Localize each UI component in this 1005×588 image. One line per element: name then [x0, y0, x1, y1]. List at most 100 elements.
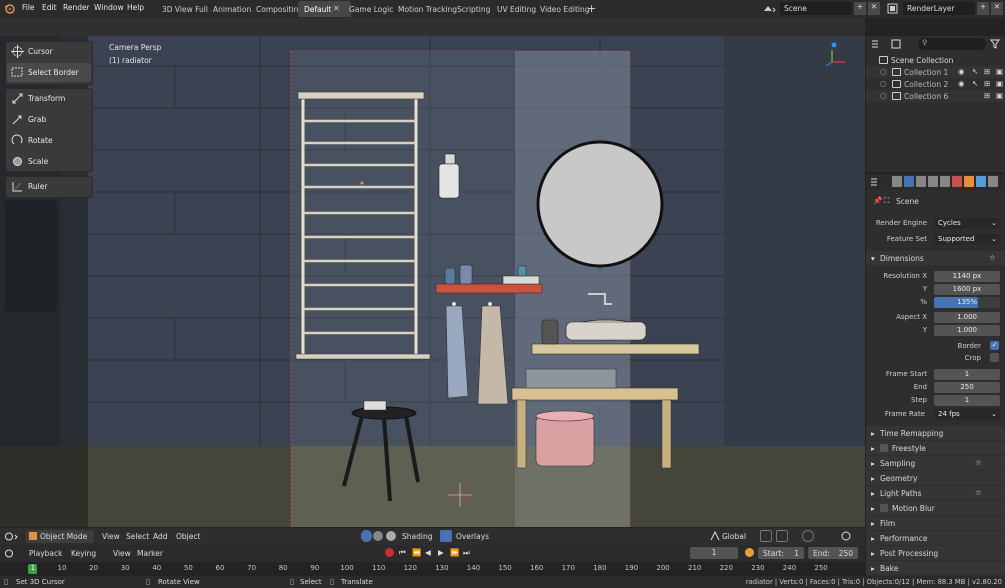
outliner-editor-icon[interactable] [871, 39, 885, 49]
resolution-x-field[interactable]: 1140 px [934, 271, 1000, 282]
grab-tool-button[interactable]: Grab [7, 110, 91, 129]
outliner-row-collection-2[interactable]: ○ Collection 2 ◉ ↖ ⊞ ▣ [866, 78, 1005, 90]
jump-start-icon[interactable]: ⏮ [399, 548, 406, 558]
rendered-shading-icon[interactable] [386, 531, 396, 541]
tab-game-logic[interactable]: Game Logic [343, 1, 399, 17]
prev-key-icon[interactable]: ⏪ [412, 548, 421, 557]
expand-icon[interactable]: ○ [880, 91, 887, 100]
render-disable-icon[interactable]: ▣ [996, 79, 1003, 88]
timeline-editor-icon[interactable] [4, 548, 20, 559]
visibility-eye-icon[interactable]: ◉ [958, 79, 965, 88]
light-paths-panel[interactable]: ▸ Light Paths ☆ [866, 486, 1005, 500]
cursor-tool-button[interactable]: Cursor [7, 42, 91, 61]
outliner-row-collection-6[interactable]: ○ Collection 6 ⊞ ▣ [866, 90, 1005, 102]
filter-icon[interactable] [990, 39, 1000, 49]
presets-icon[interactable]: ☆ [975, 488, 982, 497]
frame-end-field[interactable]: 250 [934, 382, 1000, 393]
menu-help[interactable]: Help [127, 3, 144, 12]
freestyle-checkbox[interactable] [880, 444, 888, 452]
viewport-disable-icon[interactable]: ⊞ [984, 91, 990, 100]
gizmo-toggle-icon[interactable] [840, 530, 852, 542]
frame-start-field[interactable]: 1 [934, 369, 1000, 380]
scale-tool-button[interactable]: Scale [7, 152, 91, 171]
menu-file[interactable]: File [22, 3, 35, 12]
new-scene-icon[interactable]: + [854, 2, 866, 15]
overlays-dropdown[interactable]: Overlays [456, 532, 489, 541]
object-tab-icon[interactable] [964, 176, 974, 187]
pin-icon[interactable]: 📌 [873, 196, 882, 205]
playback-menu[interactable]: Playback [29, 549, 62, 558]
expand-icon[interactable]: ○ [880, 67, 887, 76]
3d-viewport[interactable]: Camera Persp (1) radiator Cursor Select … [0, 36, 865, 527]
current-frame-field[interactable]: 1 [690, 547, 738, 559]
freestyle-panel[interactable]: ▸ Freestyle [866, 441, 1005, 455]
menu-add[interactable]: Add [153, 532, 168, 541]
presets-icon[interactable]: ☆ [989, 253, 996, 262]
delete-scene-icon[interactable]: ✕ [868, 2, 880, 15]
marker-menu[interactable]: Marker [137, 549, 163, 558]
resolution-pct-field[interactable]: 135% [934, 297, 1000, 308]
time-remapping-panel[interactable]: ▸ Time Remapping [866, 426, 1005, 440]
editor-type-icon[interactable] [4, 531, 20, 542]
rotate-tool-button[interactable]: Rotate [7, 131, 91, 150]
overlays-icon[interactable] [440, 530, 452, 542]
orientation-icon[interactable] [710, 530, 720, 541]
border-checkbox[interactable]: ✓ [990, 341, 999, 350]
menu-view[interactable]: View [102, 532, 120, 541]
tab-scripting[interactable]: Scripting [451, 1, 496, 17]
dimensions-panel-header[interactable]: ▾ Dimensions ☆ [866, 251, 1005, 265]
add-workspace-icon[interactable]: + [587, 2, 596, 15]
constraint-tab-icon[interactable] [988, 176, 998, 187]
view-layer-tab-icon[interactable] [928, 176, 938, 187]
render-engine-dropdown[interactable]: Cycles ⌄ [934, 218, 1000, 229]
timeline-view-menu[interactable]: View [113, 549, 131, 558]
new-layer-icon[interactable]: + [977, 2, 989, 15]
world-tab-icon[interactable] [952, 176, 962, 187]
frame-step-field[interactable]: 1 [934, 395, 1000, 406]
tool-tab-icon[interactable] [892, 176, 902, 187]
menu-edit[interactable]: Edit [42, 3, 57, 12]
performance-panel[interactable]: ▸ Performance [866, 531, 1005, 545]
post-processing-panel[interactable]: ▸ Post Processing [866, 546, 1005, 560]
play-icon[interactable]: ▶ [438, 548, 444, 557]
select-arrow-icon[interactable]: ↖ [972, 67, 978, 76]
geometry-panel[interactable]: ▸ Geometry [866, 471, 1005, 485]
viewport-disable-icon[interactable]: ⊞ [984, 67, 990, 76]
motion-blur-panel[interactable]: ▸ Motion Blur [866, 501, 1005, 515]
crop-checkbox[interactable] [990, 353, 999, 362]
expand-icon[interactable]: ○ [880, 79, 887, 88]
presets-icon[interactable]: ☆ [975, 458, 982, 467]
render-layer-icon[interactable] [886, 2, 900, 15]
next-key-icon[interactable]: ⏩ [450, 548, 459, 557]
keying-menu[interactable]: Keying [71, 549, 96, 558]
output-tab-icon[interactable] [916, 176, 926, 187]
aspect-y-field[interactable]: 1.000 [934, 325, 1000, 336]
delete-layer-icon[interactable]: ✕ [991, 2, 1003, 15]
close-tab-icon[interactable]: ✕ [333, 4, 340, 13]
snap-icon[interactable] [760, 530, 772, 542]
select-border-tool-button[interactable]: Select Border [7, 63, 91, 82]
render-disable-icon[interactable]: ▣ [996, 91, 1003, 100]
blender-logo-icon[interactable] [4, 3, 15, 14]
play-reverse-icon[interactable]: ◀ [425, 548, 431, 557]
scene-tab-icon[interactable] [940, 176, 950, 187]
properties-editor-icon[interactable] [870, 177, 886, 187]
menu-window[interactable]: Window [94, 3, 124, 12]
solid-shading-icon[interactable] [361, 530, 372, 542]
resolution-y-field[interactable]: 1600 px [934, 284, 1000, 295]
menu-object[interactable]: Object [176, 532, 200, 541]
jump-end-icon[interactable]: ⏭ [463, 548, 470, 558]
end-frame-field[interactable]: End: 250 [808, 547, 858, 559]
visibility-eye-icon[interactable]: ◉ [958, 67, 965, 76]
material-shading-icon[interactable] [373, 531, 383, 541]
modifier-tab-icon[interactable] [976, 176, 986, 187]
feature-set-dropdown[interactable]: Supported ⌄ [934, 234, 1000, 245]
menu-select[interactable]: Select [126, 532, 149, 541]
sampling-panel[interactable]: ▸ Sampling ☆ [866, 456, 1005, 470]
render-layer-field[interactable]: RenderLayer [903, 2, 975, 15]
film-panel[interactable]: ▸ Film [866, 516, 1005, 530]
object-mode-dropdown[interactable]: Object Mode [26, 530, 94, 543]
aspect-x-field[interactable]: 1.000 [934, 312, 1000, 323]
transform-tool-button[interactable]: Transform [7, 89, 91, 108]
scene-field[interactable]: Scene [780, 2, 852, 15]
